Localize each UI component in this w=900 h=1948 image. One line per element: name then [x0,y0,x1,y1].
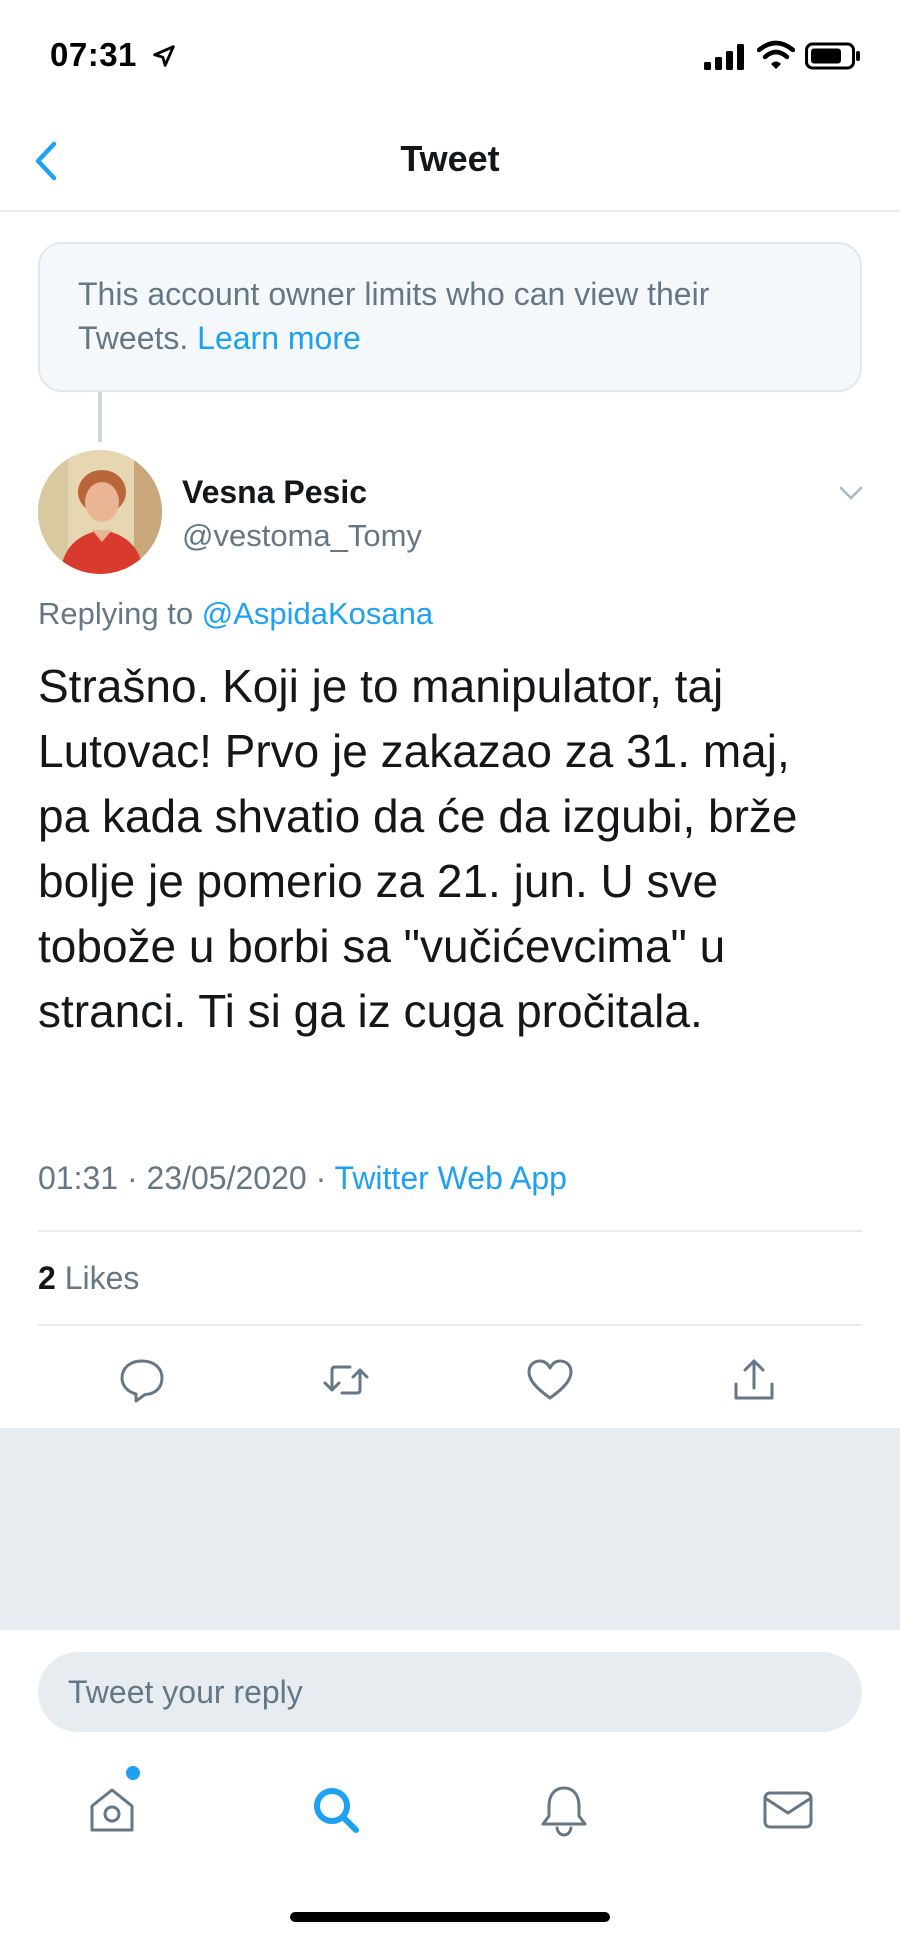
tab-bar [0,1738,900,1868]
replying-to-mention[interactable]: @AspidaKosana [202,596,433,631]
retweet-icon[interactable] [320,1354,372,1406]
empty-replies-area [0,1428,900,1628]
meta-separator: · [126,1160,138,1196]
replying-to-label: Replying to [38,596,194,631]
divider [38,1230,862,1232]
tweet-text-line: pa kada shvatio da će da izgubi, brže [38,790,798,842]
likes-count[interactable]: 2 Likes [38,1260,139,1297]
author-handle[interactable]: @vestoma_Tomy [182,518,422,554]
battery-icon [805,42,860,70]
learn-more-link[interactable]: Learn more [197,320,361,356]
account-limits-notice: This account owner limits who can view t… [38,242,862,392]
avatar[interactable] [38,450,162,574]
wifi-icon [757,40,795,69]
search-icon[interactable] [306,1780,366,1840]
likes-number: 2 [38,1260,56,1296]
tweet-text-line: bolje je pomerio za 21. jun. U sve [38,855,719,907]
replying-to: Replying to @AspidaKosana [38,596,433,632]
tweet-text-line: tobože u borbi sa "vučićevcima" u [38,920,726,972]
chevron-down-icon[interactable] [836,478,866,508]
notice-text: This account owner limits who can view t… [78,276,710,356]
tweet-source-link[interactable]: Twitter Web App [335,1160,567,1196]
tweet-time: 01:31 [38,1160,119,1196]
thread-connector-line [98,392,102,442]
likes-label: Likes [64,1260,140,1296]
notification-dot [126,1766,140,1780]
nav-header: Tweet [0,110,900,212]
page-title: Tweet [400,138,500,179]
tweet-meta: 01:31 · 23/05/2020 · Twitter Web App [38,1160,567,1197]
home-icon[interactable] [82,1780,142,1840]
tweet-text-line: stranci. Ti si ga iz cuga pročitala. [38,985,703,1037]
home-indicator[interactable] [290,1912,610,1922]
cellular-signal-icon [704,44,744,70]
status-bar: 07:31 [0,0,900,110]
notifications-icon[interactable] [534,1780,594,1840]
tweet-text-line: Strašno. Koji je to manipulator, taj [38,660,724,712]
comment-icon[interactable] [116,1354,168,1406]
status-time: 07:31 [50,36,137,73]
messages-icon[interactable] [758,1780,818,1840]
reply-bar: Tweet your reply [0,1628,900,1738]
tweet-screen: 07:31 Tweet This account owner limits wh… [0,0,900,1948]
share-icon[interactable] [728,1354,780,1406]
tweet-text: Strašno. Koji je to manipulator, taj Lut… [38,654,868,1044]
tweet-date: 23/05/2020 [146,1160,307,1196]
location-arrow-icon [153,45,175,67]
author-name[interactable]: Vesna Pesic [182,474,367,511]
tweet-actions [0,1340,900,1420]
reply-input[interactable]: Tweet your reply [38,1652,862,1732]
meta-separator: · [315,1160,327,1196]
tweet-text-line: Lutovac! Prvo je zakazao za 31. maj, [38,725,790,777]
heart-icon[interactable] [524,1354,576,1406]
divider [38,1324,862,1326]
